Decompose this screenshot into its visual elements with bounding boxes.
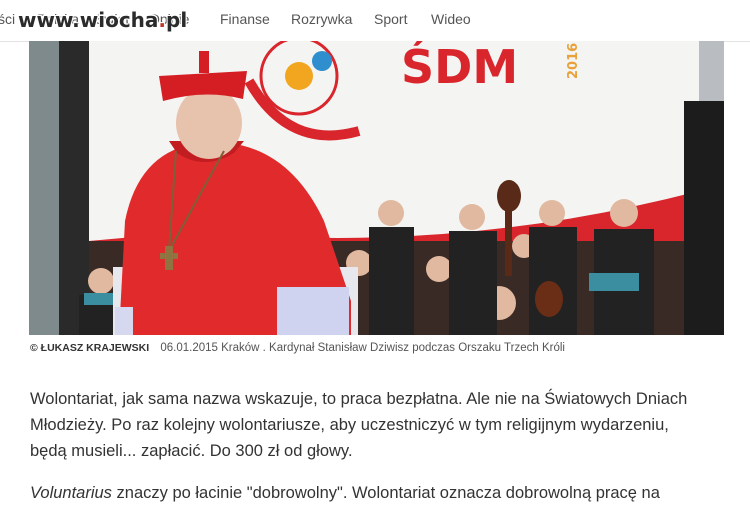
nav-item-finanse[interactable]: Finanse (220, 11, 270, 27)
top-navigation: ści Polska Świat Opinie Finanse Rozrywka… (0, 0, 750, 42)
photo-caption-text: 06.01.2015 Kraków . Kardynał Stanisław D… (160, 342, 565, 354)
watermark-dot: . (158, 8, 167, 32)
nav-item-wideo[interactable]: Wideo (431, 11, 471, 27)
nav-item-rozrywka[interactable]: Rozrywka (291, 11, 352, 27)
site-watermark-logo: www.wiocha.pl (18, 8, 187, 32)
banner-year: 2016 (566, 43, 581, 79)
paragraph-2-text: znaczy po łacinie "dobrowolny". Wolontar… (111, 484, 660, 502)
nav-item-sport[interactable]: Sport (374, 11, 407, 27)
photo-illustration: ŚDM 2016 (29, 41, 724, 335)
nav-item-partial[interactable]: ści (0, 11, 15, 27)
banner-text: ŚDM (401, 41, 518, 94)
watermark-text-end: pl (166, 8, 188, 32)
photo-credit: © ŁUKASZ KRAJEWSKI (30, 342, 150, 354)
photo-caption: © ŁUKASZ KRAJEWSKI 06.01.2015 Kraków . K… (30, 342, 565, 354)
article-photo[interactable]: ŚDM 2016 (29, 41, 724, 335)
watermark-text-main: www.wiocha (18, 8, 159, 32)
article-paragraph-1: Wolontariat, jak sama nazwa wskazuje, to… (30, 390, 688, 460)
paragraph-emphasis: Voluntarius (30, 484, 112, 502)
article-paragraph-2: Voluntarius znaczy po łacinie "dobrowoln… (30, 480, 710, 506)
